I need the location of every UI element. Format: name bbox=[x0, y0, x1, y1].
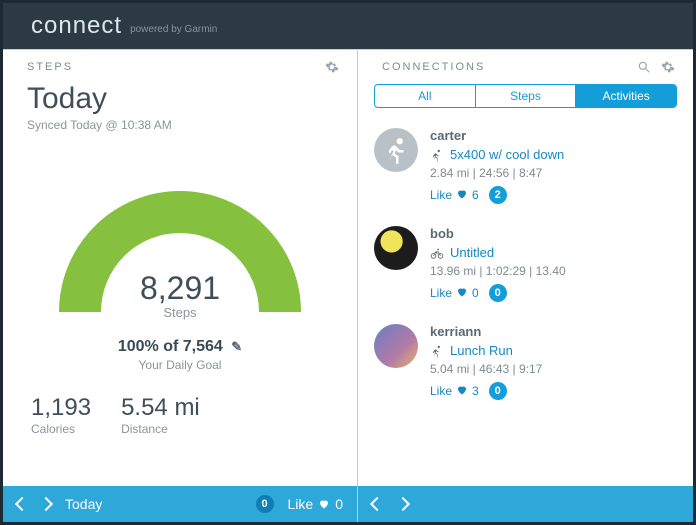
prev-button[interactable] bbox=[372, 496, 382, 512]
steps-synced: Synced Today @ 10:38 AM bbox=[27, 118, 333, 132]
steps-count: 8,291 bbox=[50, 270, 310, 307]
running-icon bbox=[430, 148, 444, 162]
next-button[interactable] bbox=[398, 496, 408, 512]
like-button[interactable]: Like 0 bbox=[430, 286, 479, 300]
gear-icon[interactable] bbox=[325, 60, 339, 74]
feed-user[interactable]: bob bbox=[430, 226, 566, 241]
heart-icon bbox=[456, 384, 468, 398]
activity-link[interactable]: 5x400 w/ cool down bbox=[450, 147, 564, 162]
connections-card-header: CONNECTIONS bbox=[358, 50, 693, 74]
connections-feed: carter 5x400 w/ cool down 2.84 mi | 24:5… bbox=[358, 116, 693, 486]
feed-item: kerriann Lunch Run 5.04 mi | 46:43 | 9:1… bbox=[374, 314, 683, 412]
like-button[interactable]: Like 6 bbox=[430, 188, 479, 202]
top-bar: connect powered by Garmin bbox=[3, 3, 693, 49]
steps-like-count: 0 bbox=[335, 496, 343, 512]
steps-card: STEPS Today Synced Today @ 10:38 AM bbox=[3, 50, 358, 522]
distance-label: Distance bbox=[121, 422, 200, 436]
feed-item-body: carter 5x400 w/ cool down 2.84 mi | 24:5… bbox=[430, 128, 564, 204]
distance-value: 5.54 mi bbox=[121, 394, 200, 422]
connections-tabs: All Steps Activities bbox=[374, 84, 677, 108]
avatar[interactable] bbox=[374, 324, 418, 368]
avatar[interactable] bbox=[374, 128, 418, 172]
feed-user[interactable]: carter bbox=[430, 128, 564, 143]
feed-item-body: bob Untitled 13.96 mi | 1:02:29 | 13.40 … bbox=[430, 226, 566, 302]
steps-goal-sub: Your Daily Goal bbox=[27, 358, 333, 372]
search-icon[interactable] bbox=[637, 60, 651, 74]
avatar[interactable] bbox=[374, 226, 418, 270]
heart-icon bbox=[318, 496, 330, 512]
calories-label: Calories bbox=[31, 422, 91, 436]
brand-logo: connect bbox=[31, 12, 122, 40]
feed-user[interactable]: kerriann bbox=[430, 324, 542, 339]
tab-all[interactable]: All bbox=[375, 85, 476, 107]
pencil-icon[interactable]: ✎ bbox=[231, 339, 242, 354]
prev-button[interactable] bbox=[17, 496, 27, 512]
activity-stats: 2.84 mi | 24:56 | 8:47 bbox=[430, 166, 564, 180]
tab-steps[interactable]: Steps bbox=[476, 85, 577, 107]
like-button[interactable]: Like 3 bbox=[430, 384, 479, 398]
heart-icon bbox=[456, 286, 468, 300]
steps-like-label: Like bbox=[288, 496, 314, 512]
metric-calories: 1,193 Calories bbox=[31, 394, 91, 436]
feed-item: bob Untitled 13.96 mi | 1:02:29 | 13.40 … bbox=[374, 216, 683, 314]
cycling-icon bbox=[430, 246, 444, 260]
calories-value: 1,193 bbox=[31, 394, 91, 422]
steps-body: Today Synced Today @ 10:38 AM 8,291 Step… bbox=[3, 74, 357, 486]
steps-metrics: 1,193 Calories 5.54 mi Distance bbox=[27, 394, 333, 436]
columns: STEPS Today Synced Today @ 10:38 AM bbox=[3, 49, 693, 522]
steps-count-label: Steps bbox=[50, 305, 310, 320]
running-icon bbox=[430, 344, 444, 358]
gauge-center: 8,291 Steps bbox=[50, 270, 310, 320]
gear-icon[interactable] bbox=[661, 60, 675, 74]
activity-stats: 5.04 mi | 46:43 | 9:17 bbox=[430, 362, 542, 376]
metric-distance: 5.54 mi Distance bbox=[121, 394, 200, 436]
steps-footer: Today 0 Like 0 bbox=[3, 486, 357, 522]
tab-activities[interactable]: Activities bbox=[576, 85, 676, 107]
steps-card-title: STEPS bbox=[27, 61, 73, 73]
activity-link[interactable]: Untitled bbox=[450, 245, 494, 260]
activity-link[interactable]: Lunch Run bbox=[450, 343, 513, 358]
brand-powered: powered by Garmin bbox=[130, 24, 217, 35]
app-frame: connect powered by Garmin STEPS Today Sy… bbox=[0, 0, 696, 525]
activity-stats: 13.96 mi | 1:02:29 | 13.40 bbox=[430, 264, 566, 278]
steps-goal-text: 100% of 7,564 bbox=[118, 338, 223, 355]
steps-comments-badge[interactable]: 0 bbox=[256, 495, 274, 513]
heart-icon bbox=[456, 188, 468, 202]
next-button[interactable] bbox=[41, 496, 51, 512]
feed-item: carter 5x400 w/ cool down 2.84 mi | 24:5… bbox=[374, 118, 683, 216]
connections-footer bbox=[358, 486, 693, 522]
connections-card: CONNECTIONS All Steps Activities bbox=[358, 50, 693, 522]
steps-gauge: 8,291 Steps bbox=[50, 162, 310, 332]
comments-badge[interactable]: 2 bbox=[489, 186, 507, 204]
steps-title: Today bbox=[27, 82, 333, 116]
steps-card-header: STEPS bbox=[3, 50, 357, 74]
steps-like-button[interactable]: Like 0 bbox=[288, 496, 343, 512]
feed-item-body: kerriann Lunch Run 5.04 mi | 46:43 | 9:1… bbox=[430, 324, 542, 400]
comments-badge[interactable]: 0 bbox=[489, 284, 507, 302]
connections-card-title: CONNECTIONS bbox=[382, 61, 485, 73]
comments-badge[interactable]: 0 bbox=[489, 382, 507, 400]
steps-footer-label: Today bbox=[65, 496, 102, 512]
steps-goal-line: 100% of 7,564 ✎ bbox=[27, 338, 333, 356]
